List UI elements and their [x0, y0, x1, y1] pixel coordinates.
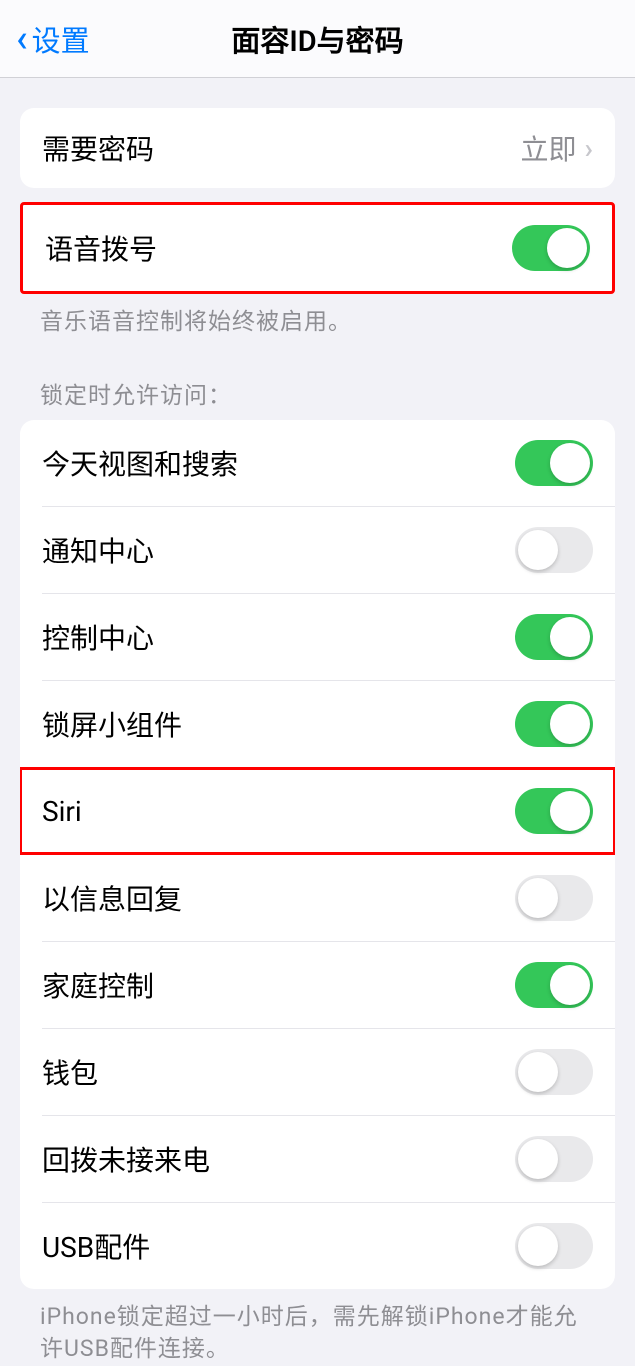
- voice-dial-footer: 音乐语音控制将始终被启用。: [0, 294, 635, 338]
- lock-access-toggle[interactable]: [515, 527, 593, 573]
- lock-access-toggle[interactable]: [515, 701, 593, 747]
- usb-footer: iPhone锁定超过一小时后，需先解锁iPhone才能允许USB配件连接。: [0, 1289, 635, 1365]
- lock-access-toggle[interactable]: [515, 788, 593, 834]
- toggle-knob: [550, 965, 590, 1005]
- lock-access-label: 钱包: [42, 1052, 98, 1092]
- lock-access-header: 锁定时允许访问：: [0, 338, 635, 420]
- lock-access-row: 通知中心: [20, 507, 615, 593]
- toggle-knob: [547, 228, 587, 268]
- lock-access-row: 钱包: [20, 1029, 615, 1115]
- toggle-knob: [550, 617, 590, 657]
- require-passcode-value: 立即: [521, 128, 577, 168]
- lock-access-label: 以信息回复: [42, 878, 182, 918]
- lock-access-label: 锁屏小组件: [42, 704, 182, 744]
- lock-access-row: Siri: [20, 768, 615, 854]
- lock-access-toggle[interactable]: [515, 614, 593, 660]
- lock-access-section: 今天视图和搜索通知中心控制中心锁屏小组件 Siri 以信息回复家庭控制钱包回拨未接来…: [20, 420, 615, 1289]
- lock-access-label: Siri: [42, 795, 82, 828]
- lock-access-row: 回拨未接来电: [20, 1116, 615, 1202]
- lock-access-toggle[interactable]: [515, 962, 593, 1008]
- toggle-knob: [518, 878, 558, 918]
- lock-access-label: 回拨未接来电: [42, 1139, 210, 1179]
- back-label: 设置: [32, 18, 90, 60]
- chevron-left-icon: ‹: [16, 20, 28, 58]
- passcode-section: 需要密码 立即 ›: [20, 108, 615, 188]
- voice-dial-section: 语音拨号: [20, 202, 615, 294]
- toggle-knob: [518, 1139, 558, 1179]
- lock-access-label: 控制中心: [42, 617, 154, 657]
- lock-access-toggle[interactable]: [515, 875, 593, 921]
- navigation-header: ‹ 设置 面容ID与密码: [0, 0, 635, 78]
- lock-access-row: 今天视图和搜索: [20, 420, 615, 506]
- lock-access-label: 家庭控制: [42, 965, 154, 1005]
- require-passcode-label: 需要密码: [42, 128, 154, 168]
- lock-access-toggle[interactable]: [515, 1049, 593, 1095]
- require-passcode-row[interactable]: 需要密码 立即 ›: [20, 108, 615, 188]
- row-value-container: 立即 ›: [521, 128, 593, 168]
- lock-access-row: 锁屏小组件: [20, 681, 615, 767]
- lock-access-label: USB配件: [42, 1226, 150, 1266]
- toggle-knob: [550, 791, 590, 831]
- chevron-right-icon: ›: [585, 132, 593, 165]
- toggle-knob: [518, 1226, 558, 1266]
- voice-dial-row: 语音拨号: [23, 205, 612, 291]
- lock-access-toggle[interactable]: [515, 1223, 593, 1269]
- voice-dial-label: 语音拨号: [45, 228, 157, 268]
- toggle-knob: [550, 443, 590, 483]
- lock-access-toggle[interactable]: [515, 440, 593, 486]
- lock-access-toggle[interactable]: [515, 1136, 593, 1182]
- lock-access-row: USB配件: [20, 1203, 615, 1289]
- toggle-knob: [518, 530, 558, 570]
- lock-access-row: 控制中心: [20, 594, 615, 680]
- lock-access-row: 以信息回复: [20, 855, 615, 941]
- lock-access-row: 家庭控制: [20, 942, 615, 1028]
- lock-access-label: 通知中心: [42, 530, 154, 570]
- lock-access-label: 今天视图和搜索: [42, 443, 238, 483]
- voice-dial-toggle[interactable]: [512, 225, 590, 271]
- toggle-knob: [518, 1052, 558, 1092]
- page-title: 面容ID与密码: [231, 18, 403, 60]
- toggle-knob: [550, 704, 590, 744]
- back-button[interactable]: ‹ 设置: [16, 18, 90, 60]
